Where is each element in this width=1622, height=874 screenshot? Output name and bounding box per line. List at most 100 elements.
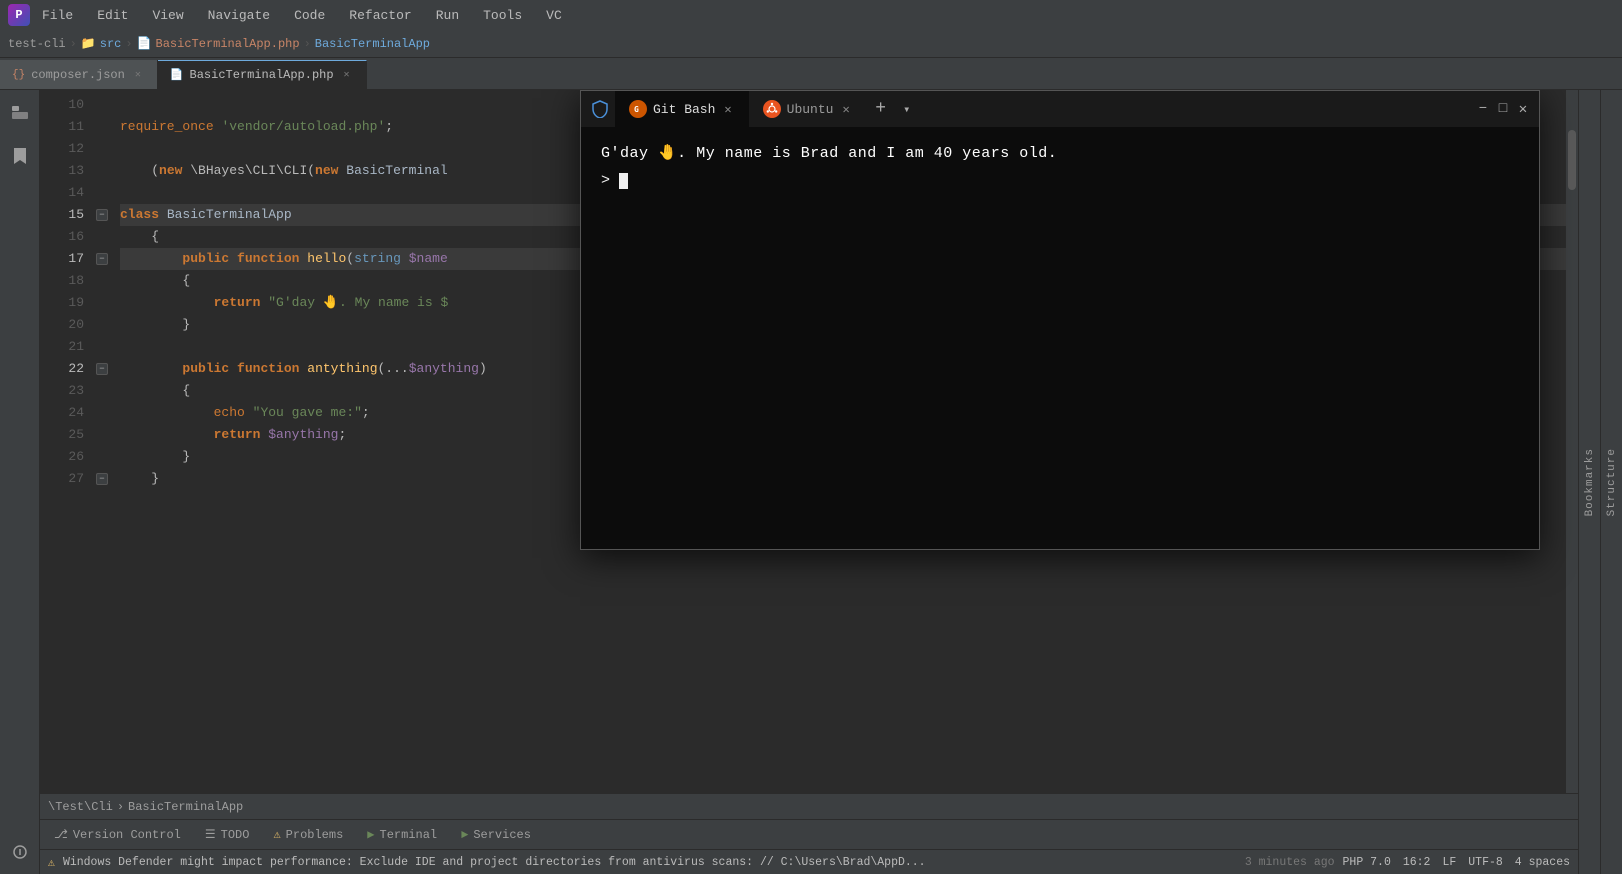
menu-bar: File Edit View Navigate Code Refactor Ru… <box>38 6 566 25</box>
terminal-close-button[interactable]: ✕ <box>1515 101 1531 117</box>
svg-text:G: G <box>634 105 639 114</box>
terminal-tab-gitbash-close[interactable]: ✕ <box>721 101 734 118</box>
menu-edit[interactable]: Edit <box>93 6 132 25</box>
tab-label-basicapp: BasicTerminalApp.php <box>190 68 334 82</box>
editor-section: 10 11 12 13 14 15 16 17 18 19 20 21 22 2… <box>40 90 1578 874</box>
cursor-position[interactable]: 16:2 <box>1403 856 1431 869</box>
terminal-tab-gitbash-label: Git Bash <box>653 102 715 117</box>
breadcrumb-folder[interactable]: src <box>100 37 122 51</box>
terminal-tab-gitbash[interactable]: G Git Bash ✕ <box>615 91 749 127</box>
fold-antything: − <box>96 363 108 375</box>
breadcrumb-folder-icon: 📁 <box>81 36 96 51</box>
structure-sidebar[interactable]: Structure <box>1600 90 1622 874</box>
version-control-icon: ⎇ <box>54 827 68 842</box>
version-control-label: Version Control <box>73 828 181 842</box>
sidebar-icon-bookmarks[interactable] <box>2 138 38 174</box>
breadcrumb-file-icon: 📄 <box>137 36 152 51</box>
bottom-tabs: ⎇ Version Control ☰ TODO ⚠ Problems ▶ Te… <box>40 820 1578 850</box>
menu-view[interactable]: View <box>148 6 187 25</box>
php-version[interactable]: PHP 7.0 <box>1343 856 1391 869</box>
bookmarks-label: Bookmarks <box>1584 448 1596 516</box>
tab-icon-composer: {} <box>12 69 25 81</box>
sidebar-icon-bottom1[interactable] <box>2 834 38 870</box>
menu-vc[interactable]: VC <box>542 6 566 25</box>
status-bar: ⚠ Windows Defender might impact performa… <box>40 850 1578 874</box>
main-area: 10 11 12 13 14 15 16 17 18 19 20 21 22 2… <box>0 90 1622 874</box>
app-logo: P <box>8 4 30 26</box>
sidebar-icon-project[interactable] <box>2 94 38 130</box>
menu-code[interactable]: Code <box>290 6 329 25</box>
terminal-icon: ▶ <box>367 827 374 842</box>
terminal-dropdown-button[interactable]: ▾ <box>895 95 919 123</box>
terminal-window[interactable]: G Git Bash ✕ Ubuntu ✕ <box>580 90 1540 550</box>
menu-run[interactable]: Run <box>432 6 463 25</box>
gitbash-icon: G <box>629 100 647 118</box>
path-class: BasicTerminalApp <box>128 800 243 814</box>
services-icon: ► <box>461 828 468 842</box>
terminal-output: G'day 🤚. My name is Brad and I am 40 yea… <box>601 143 1519 166</box>
problems-icon: ⚠ <box>273 827 280 842</box>
breadcrumb: test-cli › 📁 src › 📄 BasicTerminalApp.ph… <box>0 30 1622 58</box>
breadcrumb-project[interactable]: test-cli <box>8 37 66 51</box>
menu-refactor[interactable]: Refactor <box>345 6 415 25</box>
ubuntu-icon <box>763 100 781 118</box>
tab-basicapp[interactable]: 📄 BasicTerminalApp.php ✕ <box>158 60 367 89</box>
menu-file[interactable]: File <box>38 6 77 25</box>
terminal-maximize-button[interactable]: □ <box>1495 101 1511 117</box>
tab-icon-basicapp: 📄 <box>170 68 184 82</box>
terminal-window-controls: − □ ✕ <box>1475 101 1531 117</box>
indent[interactable]: 4 spaces <box>1515 856 1570 869</box>
status-warning-text: Windows Defender might impact performanc… <box>63 856 1237 869</box>
bottom-tab-terminal[interactable]: ▶ Terminal <box>357 822 447 848</box>
path-display: \Test\Cli › BasicTerminalApp <box>40 793 1578 819</box>
breadcrumb-file[interactable]: BasicTerminalApp.php <box>156 37 300 51</box>
terminal-minimize-button[interactable]: − <box>1475 101 1491 117</box>
vertical-scrollbar[interactable] <box>1566 90 1578 793</box>
fold-class: − <box>96 209 108 221</box>
terminal-prompt-char: > <box>601 172 610 189</box>
ide-window: P File Edit View Navigate Code Refactor … <box>0 0 1622 874</box>
scrollbar-thumb[interactable] <box>1568 130 1576 190</box>
right-sidebars: Bookmarks Structure <box>1578 90 1622 874</box>
line-ending[interactable]: LF <box>1442 856 1456 869</box>
code-editor[interactable]: 10 11 12 13 14 15 16 17 18 19 20 21 22 2… <box>40 90 1578 793</box>
terminal-tab-ubuntu-close[interactable]: ✕ <box>839 101 852 118</box>
bookmarks-sidebar[interactable]: Bookmarks <box>1578 90 1600 874</box>
terminal-cursor <box>619 173 628 189</box>
bottom-tab-services[interactable]: ► Services <box>451 822 541 848</box>
warning-icon: ⚠ <box>48 855 55 870</box>
bottom-panel: ⎇ Version Control ☰ TODO ⚠ Problems ▶ Te… <box>40 819 1578 874</box>
terminal-prompt: > <box>601 170 1519 193</box>
structure-label: Structure <box>1606 448 1618 516</box>
path-sep: › <box>117 800 124 814</box>
bottom-tab-version-control[interactable]: ⎇ Version Control <box>44 822 191 848</box>
tab-label-composer: composer.json <box>31 68 125 82</box>
tabs-bar: {} composer.json ✕ 📄 BasicTerminalApp.ph… <box>0 58 1622 90</box>
bottom-tab-todo[interactable]: ☰ TODO <box>195 822 260 848</box>
terminal-body[interactable]: G'day 🤚. My name is Brad and I am 40 yea… <box>581 127 1539 549</box>
terminal-title-bar: G Git Bash ✕ Ubuntu ✕ <box>581 91 1539 127</box>
terminal-label: Terminal <box>380 828 438 842</box>
fold-close: − <box>96 473 108 485</box>
bottom-tab-problems[interactable]: ⚠ Problems <box>263 822 353 848</box>
code-gutter: − − − − <box>92 90 112 793</box>
tab-composer[interactable]: {} composer.json ✕ <box>0 60 158 89</box>
menu-tools[interactable]: Tools <box>479 6 526 25</box>
todo-icon: ☰ <box>205 827 216 842</box>
path-test-cli: \Test\Cli <box>48 800 113 814</box>
problems-label: Problems <box>286 828 344 842</box>
breadcrumb-class[interactable]: BasicTerminalApp <box>315 37 430 51</box>
encoding[interactable]: UTF-8 <box>1468 856 1503 869</box>
menu-navigate[interactable]: Navigate <box>204 6 274 25</box>
services-label: Services <box>473 828 531 842</box>
todo-label: TODO <box>221 828 250 842</box>
terminal-add-tab-button[interactable]: + <box>867 95 895 123</box>
status-right: PHP 7.0 16:2 LF UTF-8 4 spaces <box>1343 856 1570 869</box>
tab-close-composer[interactable]: ✕ <box>131 68 145 82</box>
terminal-tab-ubuntu[interactable]: Ubuntu ✕ <box>749 91 867 127</box>
terminal-tab-ubuntu-label: Ubuntu <box>787 102 834 117</box>
tab-close-basicapp[interactable]: ✕ <box>340 68 354 82</box>
line-numbers: 10 11 12 13 14 15 16 17 18 19 20 21 22 2… <box>40 90 92 793</box>
left-sidebar <box>0 90 40 874</box>
fold-hello: − <box>96 253 108 265</box>
